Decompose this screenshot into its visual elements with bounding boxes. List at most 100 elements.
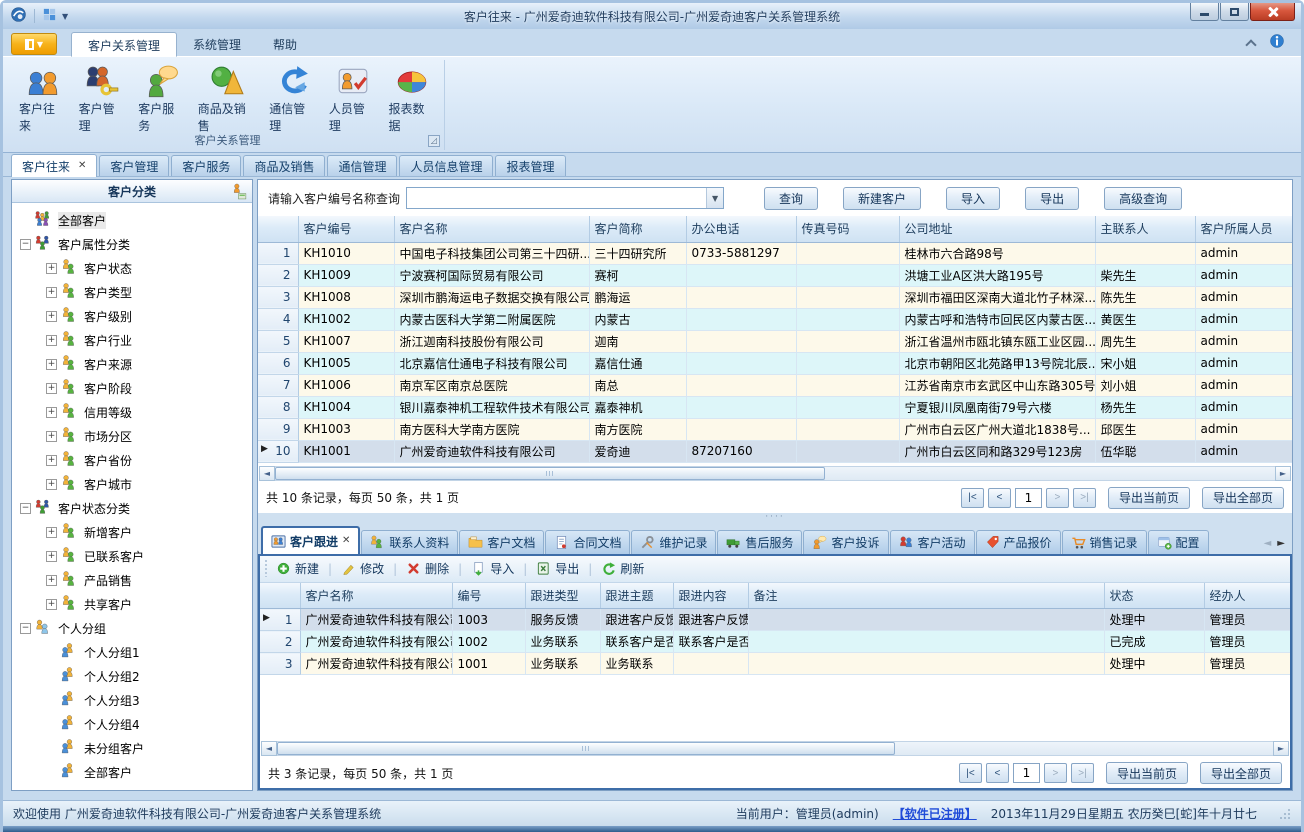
button-查询[interactable]: 查询	[764, 187, 818, 210]
detail-tab-售后服务[interactable]: 售后服务	[717, 530, 802, 555]
grid-cell[interactable]	[796, 374, 899, 396]
grid-cell[interactable]: KH1004	[298, 396, 394, 418]
grid-cell[interactable]	[796, 308, 899, 330]
close-tab-icon[interactable]: ✕	[78, 161, 86, 171]
grid-cell[interactable]: 广州市白云区同和路329号123房	[899, 440, 1095, 462]
button-导出[interactable]: 导出	[1025, 187, 1079, 210]
grid-cell[interactable]	[686, 374, 796, 396]
tree-item-全部客户[interactable]: 全部客户	[12, 208, 252, 232]
detail-tab-客户投诉[interactable]: 客户投诉	[803, 530, 888, 555]
grid-cell[interactable]: admin	[1195, 374, 1292, 396]
grid-cell[interactable]: admin	[1195, 352, 1292, 374]
grid-row[interactable]: 7KH1006南京军区南京总医院南总江苏省南京市玄武区中山东路305号刘小姐ad…	[258, 374, 1292, 396]
resize-grip-icon[interactable]	[1279, 808, 1291, 820]
grid-cell[interactable]: admin	[1195, 330, 1292, 352]
close-tab-icon[interactable]: ✕	[342, 536, 350, 546]
column-header-跟进主题[interactable]: 跟进主题	[600, 583, 673, 609]
grid-cell[interactable]	[796, 286, 899, 308]
tree-item-已联系客户[interactable]: +已联系客户	[12, 544, 252, 568]
horizontal-splitter[interactable]: ····	[258, 513, 1292, 525]
grid-cell[interactable]	[796, 396, 899, 418]
grid-cell[interactable]: 陈先生	[1095, 286, 1195, 308]
grid-row[interactable]: 3KH1008深圳市鹏海运电子数据交换有限公司鹏海运深圳市福田区深南大道北竹子林…	[258, 286, 1292, 308]
grid-cell[interactable]: 1002	[452, 631, 525, 653]
grid-cell[interactable]: 赛柯	[589, 264, 686, 286]
grid-cell[interactable]: KH1006	[298, 374, 394, 396]
grid-cell[interactable]: 三十四研究所	[589, 242, 686, 264]
toolbar-button-导入[interactable]: 导入	[469, 560, 516, 577]
tree-toggle-plus-icon[interactable]: +	[46, 311, 57, 322]
ribbon-tab-系统管理[interactable]: 系统管理	[177, 32, 257, 56]
doc-tab-客户管理[interactable]: 客户管理	[99, 155, 169, 176]
column-header-客户名称[interactable]: 客户名称	[394, 216, 589, 242]
ribbon-tab-帮助[interactable]: 帮助	[257, 32, 313, 56]
tree-toggle-plus-icon[interactable]: +	[46, 599, 57, 610]
doc-tab-客户往来[interactable]: 客户往来✕	[11, 154, 97, 177]
tree-toggle-plus-icon[interactable]: +	[46, 263, 57, 274]
grid-cell[interactable]: 广州爱奇迪软件科技有限公司	[394, 440, 589, 462]
ribbon-button-报表数据[interactable]: 报表数据	[382, 61, 442, 135]
grid-cell[interactable]	[796, 242, 899, 264]
grid-cell[interactable]	[796, 330, 899, 352]
ribbon-button-商品及销售[interactable]: 商品及销售	[192, 61, 263, 135]
tree-item-客户来源[interactable]: +客户来源	[12, 352, 252, 376]
grid-cell[interactable]: 银川嘉泰神机工程软件技术有限公司	[394, 396, 589, 418]
doc-tab-商品及销售[interactable]: 商品及销售	[243, 155, 325, 176]
tree-item-客户阶段[interactable]: +客户阶段	[12, 376, 252, 400]
maximize-button[interactable]	[1220, 3, 1249, 21]
tree-item-客户省份[interactable]: +客户省份	[12, 448, 252, 472]
grid-cell[interactable]: 内蒙古呼和浩特市回民区内蒙古医...	[899, 308, 1095, 330]
person-settings-icon[interactable]	[231, 183, 248, 203]
scroll-right-icon[interactable]: ►	[1273, 741, 1289, 756]
grid-cell[interactable]	[748, 631, 1104, 653]
tree-item-个人分组4[interactable]: 个人分组4	[12, 712, 252, 736]
grid-cell[interactable]: KH1002	[298, 308, 394, 330]
tree-item-个人分组3[interactable]: 个人分组3	[12, 688, 252, 712]
first-page-button[interactable]: |<	[961, 488, 984, 508]
grid-cell[interactable]: 北京市朝阳区北苑路甲13号院北辰...	[899, 352, 1095, 374]
combo-dropdown-icon[interactable]: ▼	[706, 188, 723, 208]
grid-cell[interactable]: 已完成	[1104, 631, 1204, 653]
scrollbar-thumb[interactable]	[275, 467, 825, 480]
grid-cell[interactable]	[673, 653, 748, 675]
column-header-客户简称[interactable]: 客户简称	[589, 216, 686, 242]
detail-tab-客户活动[interactable]: 客户活动	[890, 530, 975, 555]
grid-cell[interactable]: admin	[1195, 242, 1292, 264]
grid-cell[interactable]	[686, 264, 796, 286]
grid-cell[interactable]: admin	[1195, 264, 1292, 286]
grid-cell[interactable]: 处理中	[1104, 609, 1204, 631]
ribbon-button-客户往来[interactable]: 客户往来	[13, 61, 73, 135]
grid-cell[interactable]: 跟进客户反馈...	[600, 609, 673, 631]
detail-tab-产品报价[interactable]: 产品报价	[976, 530, 1061, 555]
main-grid-hscrollbar[interactable]: ◄ ►	[259, 466, 1291, 481]
tree-item-客户行业[interactable]: +客户行业	[12, 328, 252, 352]
grid-cell[interactable]: 刘小姐	[1095, 374, 1195, 396]
grid-cell[interactable]: 联系客户是否...	[673, 631, 748, 653]
toolbar-button-导出[interactable]: 导出	[534, 560, 581, 577]
column-header-跟进内容[interactable]: 跟进内容	[673, 583, 748, 609]
grid-cell[interactable]: KH1003	[298, 418, 394, 440]
tree-item-客户级别[interactable]: +客户级别	[12, 304, 252, 328]
grid-cell[interactable]: 业务联系	[525, 653, 600, 675]
detail-grid-hscrollbar[interactable]: ◄ ►	[261, 741, 1289, 756]
next-page-button[interactable]: >	[1046, 488, 1069, 508]
grid-cell[interactable]: 桂林市六合路98号	[899, 242, 1095, 264]
tab-scroll-right-icon[interactable]: ►	[1277, 538, 1285, 549]
grid-cell[interactable]: KH1005	[298, 352, 394, 374]
grid-cell[interactable]: 广州市白云区广州大道北1838号...	[899, 418, 1095, 440]
doc-tab-客户服务[interactable]: 客户服务	[171, 155, 241, 176]
button-新建客户[interactable]: 新建客户	[843, 187, 921, 210]
export-all-pages-button[interactable]: 导出全部页	[1202, 487, 1284, 509]
grid-cell[interactable]: 内蒙古医科大学第二附属医院	[394, 308, 589, 330]
grid-cell[interactable]: 嘉泰神机	[589, 396, 686, 418]
doc-tab-人员信息管理[interactable]: 人员信息管理	[399, 155, 493, 176]
column-header-跟进类型[interactable]: 跟进类型	[525, 583, 600, 609]
tree-item-客户城市[interactable]: +客户城市	[12, 472, 252, 496]
grid-cell[interactable]: 1001	[452, 653, 525, 675]
tree-toggle-plus-icon[interactable]: +	[46, 455, 57, 466]
scrollbar-track[interactable]	[275, 466, 1275, 481]
column-header-主联系人[interactable]: 主联系人	[1095, 216, 1195, 242]
grid-row[interactable]: 2KH1009宁波赛柯国际贸易有限公司赛柯洪塘工业A区洪大路195号柴先生adm…	[258, 264, 1292, 286]
ribbon-button-客户管理[interactable]: 客户管理	[73, 61, 133, 135]
toolbar-grip[interactable]	[264, 560, 269, 577]
